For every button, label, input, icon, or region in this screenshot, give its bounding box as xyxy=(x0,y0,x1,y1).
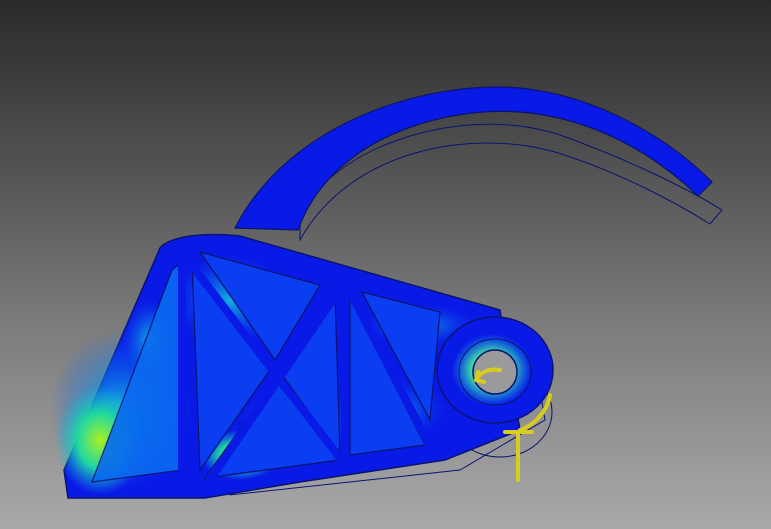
model-canvas[interactable] xyxy=(0,0,771,529)
hook-arm xyxy=(234,86,713,231)
fea-viewport[interactable] xyxy=(0,0,771,529)
